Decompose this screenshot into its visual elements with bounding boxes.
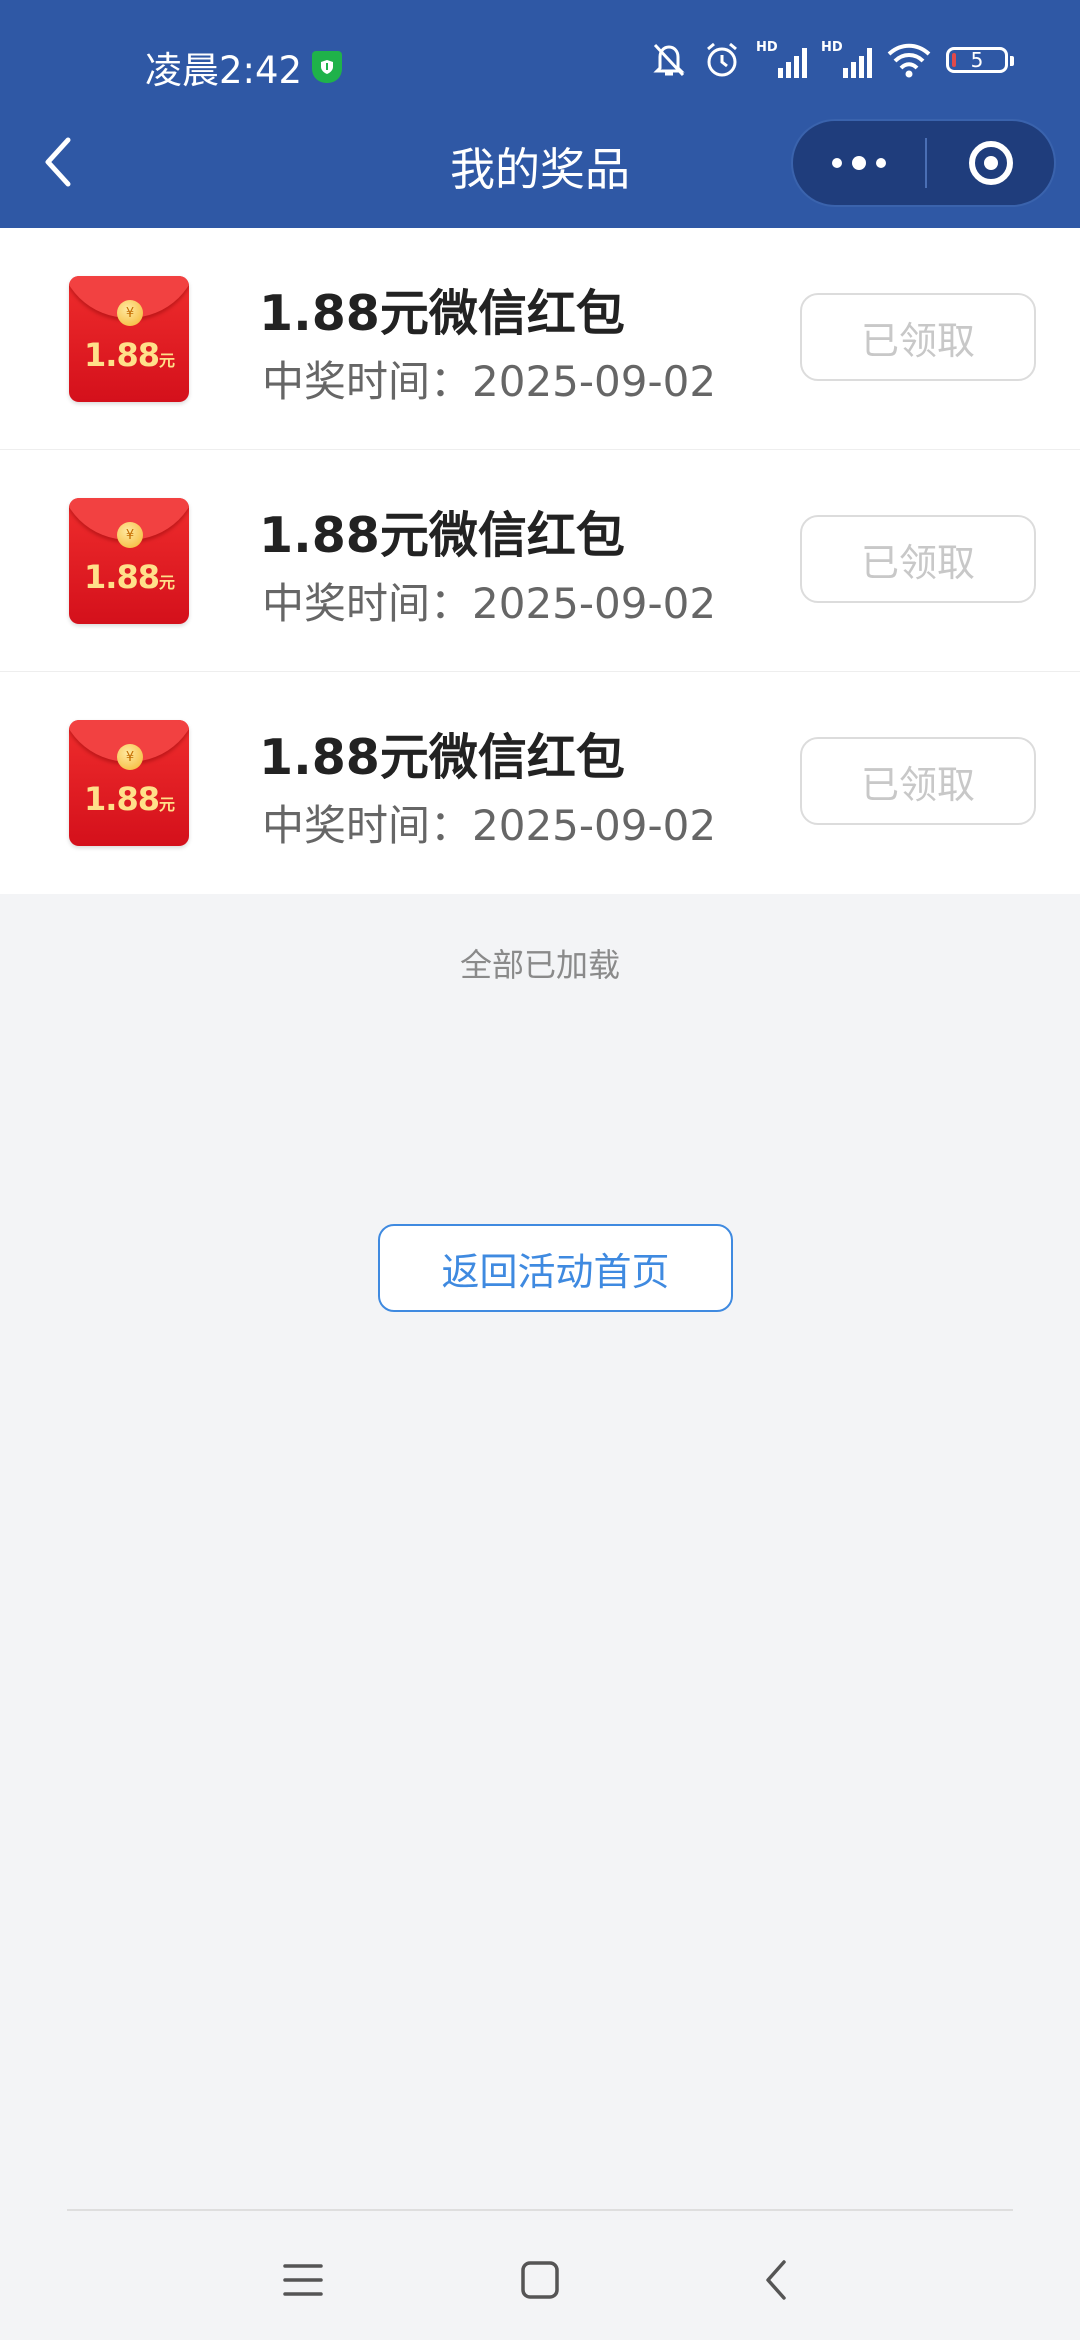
battery-level: 5 bbox=[970, 48, 984, 72]
coin-icon: ¥ bbox=[117, 522, 143, 548]
back-to-home-button[interactable]: 返回活动首页 bbox=[378, 1224, 733, 1312]
claimed-button[interactable]: 已领取 bbox=[800, 737, 1036, 825]
signal-hd-label: HD bbox=[756, 40, 778, 55]
prize-time: 中奖时间：2025-09-02 bbox=[262, 579, 717, 628]
claimed-button[interactable]: 已领取 bbox=[800, 293, 1036, 381]
prize-name: 1.88元微信红包 bbox=[259, 285, 625, 342]
prize-name: 1.88元微信红包 bbox=[259, 729, 625, 786]
prize-list: ¥ 1.88元 1.88元微信红包 中奖时间：2025-09-02 已领取 ¥ … bbox=[0, 228, 1080, 894]
envelope-amount: 1.88 bbox=[84, 780, 160, 818]
envelope-unit: 元 bbox=[158, 573, 175, 592]
red-envelope-image: ¥ 1.88元 bbox=[69, 498, 189, 624]
all-loaded-text: 全部已加载 bbox=[459, 946, 620, 984]
prize-item: ¥ 1.88元 1.88元微信红包 中奖时间：2025-09-02 已领取 bbox=[0, 450, 1080, 672]
signal-icon: HD bbox=[756, 40, 807, 78]
prize-item: ¥ 1.88元 1.88元微信红包 中奖时间：2025-09-02 已领取 bbox=[0, 672, 1080, 894]
claimed-button[interactable]: 已领取 bbox=[800, 515, 1036, 603]
battery-icon: 5 bbox=[946, 47, 1014, 73]
coin-icon: ¥ bbox=[117, 744, 143, 770]
coin-icon: ¥ bbox=[117, 300, 143, 326]
system-nav-divider bbox=[67, 2209, 1013, 2211]
status-bar-right: HD HD 5 bbox=[650, 40, 1014, 80]
prize-name: 1.88元微信红包 bbox=[259, 507, 625, 564]
status-time: 凌晨2:42 bbox=[145, 49, 303, 92]
prize-time: 中奖时间：2025-09-02 bbox=[262, 801, 717, 850]
app-header: 凌晨2:42 HD HD 5 我的奖品 bbox=[0, 0, 1080, 228]
prize-item: ¥ 1.88元 1.88元微信红包 中奖时间：2025-09-02 已领取 bbox=[0, 228, 1080, 450]
alarm-icon bbox=[707, 42, 737, 77]
signal-hd-label: HD bbox=[821, 40, 843, 55]
status-bar-left: 凌晨2:42 bbox=[145, 40, 343, 94]
envelope-amount: 1.88 bbox=[84, 336, 160, 374]
envelope-amount: 1.88 bbox=[84, 558, 160, 596]
miniprogram-capsule bbox=[791, 119, 1056, 207]
bell-off-icon bbox=[653, 43, 685, 77]
wifi-icon bbox=[887, 43, 931, 78]
envelope-unit: 元 bbox=[158, 795, 175, 814]
close-miniprogram-icon bbox=[968, 141, 1013, 185]
system-back-icon[interactable] bbox=[747, 2250, 807, 2310]
shield-icon bbox=[312, 51, 343, 83]
prize-time: 中奖时间：2025-09-02 bbox=[262, 357, 717, 406]
red-envelope-image: ¥ 1.88元 bbox=[69, 276, 189, 402]
close-miniprogram-button[interactable] bbox=[927, 141, 1054, 185]
more-icon[interactable] bbox=[793, 156, 925, 170]
menu-icon[interactable] bbox=[273, 2250, 333, 2310]
home-icon[interactable] bbox=[510, 2250, 570, 2310]
signal-icon: HD bbox=[821, 40, 872, 78]
red-envelope-image: ¥ 1.88元 bbox=[69, 720, 189, 846]
envelope-unit: 元 bbox=[158, 351, 175, 370]
